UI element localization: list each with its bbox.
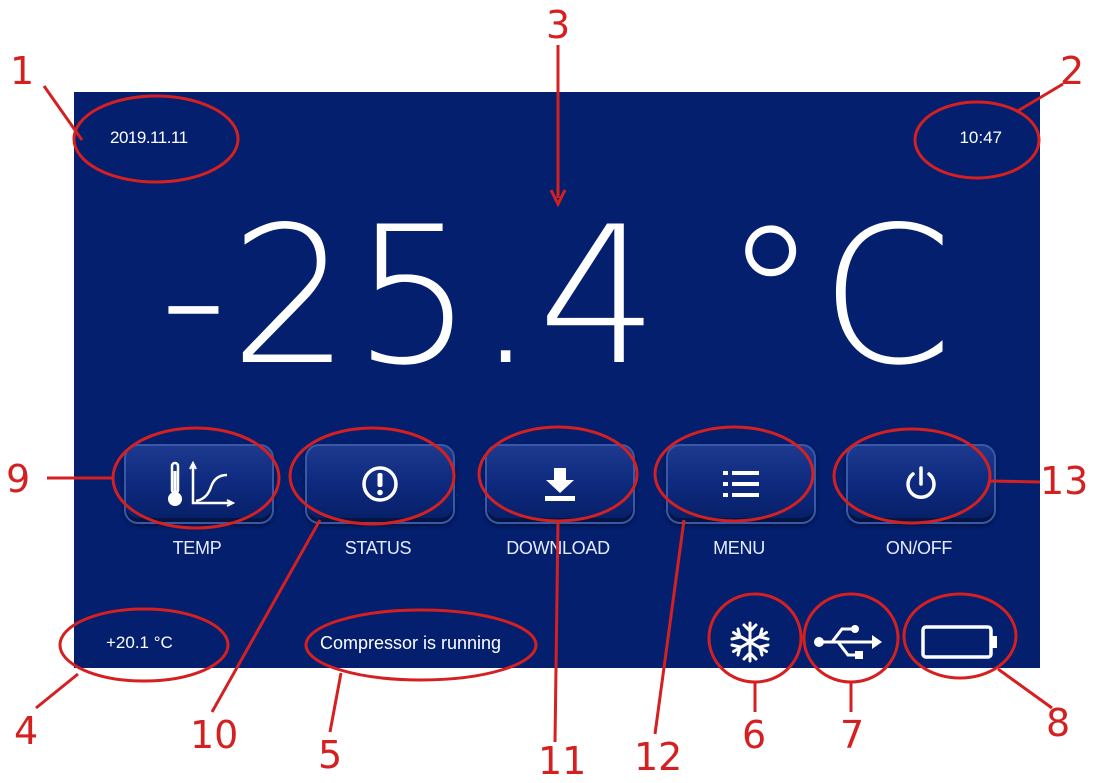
callout-4-line (35, 672, 79, 710)
alert-icon (362, 466, 398, 502)
battery-icon (921, 625, 997, 659)
status-button-label: STATUS (344, 538, 412, 558)
menu-button-label: MENU (713, 538, 765, 558)
status-button[interactable] (305, 444, 455, 524)
callout-2: 2 (1060, 49, 1085, 93)
main-temperature: -25.4 °C (159, 186, 955, 407)
download-icon (545, 468, 575, 501)
callout-3: 3 (546, 3, 571, 47)
callout-7: 7 (840, 713, 865, 757)
status-message: Compressor is running (320, 633, 502, 653)
callout-10: 10 (190, 713, 239, 757)
callout-11: 11 (538, 739, 587, 783)
download-button-label: DOWNLOAD (506, 538, 610, 558)
callout-4: 4 (14, 709, 39, 753)
list-menu-icon (723, 471, 759, 497)
power-icon (906, 466, 936, 499)
callout-5: 5 (318, 733, 343, 777)
callout-5-line (328, 672, 343, 733)
callout-8: 8 (1046, 701, 1071, 745)
thermometer-graph-icon (168, 460, 236, 507)
date-display: 2019.11.11 (110, 128, 188, 147)
callout-1: 1 (10, 49, 35, 93)
display-screen: 2019.11.11 10:47 -25.4 °C TEMP STATUS DO… (74, 92, 1040, 668)
temp-button[interactable] (124, 444, 274, 524)
menu-button[interactable] (666, 444, 816, 524)
callout-13: 13 (1040, 459, 1089, 503)
on-off-button[interactable] (846, 444, 996, 524)
time-display: 10:47 (959, 128, 1002, 147)
callout-12: 12 (634, 735, 683, 779)
callout-9: 9 (6, 457, 31, 501)
on-off-button-label: ON/OFF (885, 538, 953, 558)
usb-icon (814, 625, 882, 659)
snowflake-icon (730, 621, 770, 663)
callout-6: 6 (742, 713, 767, 757)
ambient-temperature: +20.1 °C (106, 633, 173, 652)
download-button[interactable] (485, 444, 635, 524)
callout-8-line (997, 667, 1053, 710)
temp-button-label: TEMP (172, 538, 222, 558)
